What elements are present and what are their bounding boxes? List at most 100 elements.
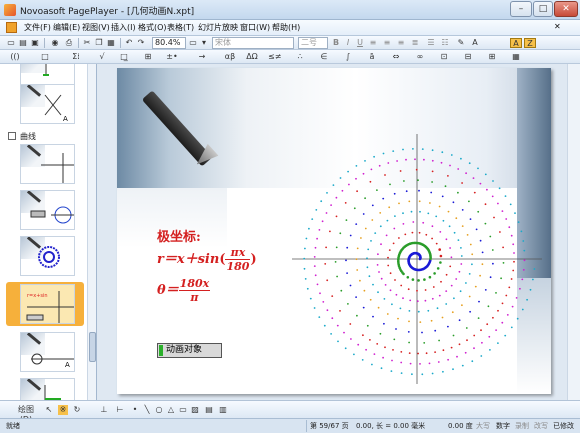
menu-format[interactable]: 格式(O)	[138, 22, 167, 33]
align-center-icon[interactable]: ≡	[382, 38, 392, 48]
chevron-down-icon[interactable]: ▾	[200, 38, 208, 48]
menu-window[interactable]: 窗口(W)	[240, 22, 270, 33]
spiral-point	[398, 237, 400, 239]
spiral-point	[468, 200, 470, 203]
menu-help[interactable]: 帮助(H)	[272, 22, 300, 33]
set-icon[interactable]: ∈	[318, 52, 330, 62]
spiral-point	[431, 149, 434, 152]
line-icon[interactable]: ╲	[142, 405, 152, 415]
slide-thumbnail-selected[interactable]: r=x+sin	[6, 282, 84, 326]
justify-icon[interactable]: ≣	[410, 38, 420, 48]
open-icon[interactable]: ▤	[18, 38, 28, 48]
textbox-icon[interactable]: ▤	[204, 405, 214, 415]
draw-menu[interactable]: 绘图(D)	[12, 405, 40, 424]
font-color-icon[interactable]: A	[470, 38, 480, 48]
font-size-field[interactable]: 二号	[298, 37, 328, 49]
bullets-icon[interactable]: ☰	[426, 38, 436, 48]
triangle-icon[interactable]: △	[166, 405, 176, 415]
operator-icon[interactable]: ±•	[166, 52, 178, 62]
box-icon[interactable]: ⊡	[438, 52, 450, 62]
zoom-field[interactable]: 80.4%	[152, 37, 186, 49]
save-icon[interactable]: ▣	[30, 38, 40, 48]
align-right-icon[interactable]: ≡	[396, 38, 406, 48]
align-left-icon[interactable]: ≡	[368, 38, 378, 48]
spiral-point	[382, 356, 384, 359]
connector-icon[interactable]: ⊢	[114, 405, 126, 415]
print-icon[interactable]: ⎙	[64, 38, 74, 48]
greek-lower-icon[interactable]: αβ	[222, 52, 238, 62]
new-icon[interactable]: ▭	[6, 38, 16, 48]
chart-icon[interactable]: ▥	[218, 405, 228, 415]
point-icon[interactable]: •	[130, 405, 140, 415]
slide-thumbnail[interactable]	[20, 378, 75, 400]
integral-icon[interactable]: ∫	[342, 52, 354, 62]
animate-object-button[interactable]: 动画对象	[157, 343, 222, 358]
edit-mode-icon[interactable]: Z	[524, 38, 536, 48]
brackets-icon[interactable]: (()	[8, 52, 22, 62]
scroll-thumb[interactable]	[89, 332, 96, 362]
slide-thumbnail[interactable]	[20, 190, 75, 230]
slide-thumbnail[interactable]: A	[20, 332, 75, 372]
font-name-field[interactable]: 宋体	[212, 37, 294, 49]
greek-upper-icon[interactable]: ΔΩ	[244, 52, 260, 62]
paste-icon[interactable]: ▦	[106, 38, 116, 48]
menu-view[interactable]: 视图(V)	[82, 22, 110, 33]
logic-icon[interactable]: ∴	[294, 52, 306, 62]
close-button[interactable]: ✕	[554, 1, 578, 17]
layout-icon[interactable]: ▭	[188, 38, 198, 48]
italic-icon[interactable]: I	[344, 38, 352, 48]
slide-thumbnail[interactable]: A	[20, 84, 75, 124]
menu-edit[interactable]: 编辑(E)	[53, 22, 80, 33]
redo-icon[interactable]: ↷	[136, 38, 146, 48]
stage-scrollbar[interactable]	[567, 64, 580, 400]
highlight-icon[interactable]: ✎	[456, 38, 466, 48]
menu-file[interactable]: 文件(F)	[24, 22, 51, 33]
picture-icon[interactable]: ▨	[190, 405, 200, 415]
menu-slideshow[interactable]: 幻灯片放映	[198, 22, 238, 33]
circle-icon[interactable]: ○	[154, 405, 164, 415]
collapse-icon[interactable]	[8, 132, 16, 140]
spacing-icon[interactable]: ⇔	[390, 52, 402, 62]
snap-icon[interactable]: ※	[58, 405, 68, 415]
table-icon[interactable]: ▦	[510, 52, 522, 62]
text-mode-icon[interactable]: A	[510, 38, 522, 48]
menu-table[interactable]: 表格(T)	[167, 22, 194, 33]
spiral-point	[373, 353, 376, 355]
grid-icon[interactable]: ⊞	[486, 52, 498, 62]
spiral-point	[522, 269, 525, 271]
arrow-icon[interactable]: →	[196, 52, 208, 62]
sidebar-scrollbar[interactable]	[87, 64, 96, 400]
undo-icon[interactable]: ↶	[124, 38, 134, 48]
accent-icon[interactable]: ā	[366, 52, 378, 62]
slide-thumbnail[interactable]: r=x+sin	[20, 284, 75, 324]
script-icon[interactable]: □̲	[118, 52, 130, 62]
select-icon[interactable]: ↖	[44, 405, 54, 415]
matrix-icon[interactable]: ⊞	[142, 52, 154, 62]
maximize-button[interactable]: □	[533, 1, 553, 17]
line-tool-icon[interactable]: ⊥	[98, 405, 110, 415]
fraction-icon[interactable]: □	[40, 52, 50, 62]
spiral-point	[331, 295, 334, 297]
relation-icon[interactable]: ≤≠	[268, 52, 281, 62]
radical-icon[interactable]: √	[96, 52, 108, 62]
slide-thumbnail[interactable]	[20, 236, 75, 276]
slide-canvas[interactable]: 极坐标: r＝x＋sin(πx 180) θ＝ 180x π 动画对象	[117, 68, 551, 394]
cut-icon[interactable]: ✂	[82, 38, 92, 48]
numbering-icon[interactable]: ☷	[440, 38, 450, 48]
copy-icon[interactable]: ❐	[94, 38, 104, 48]
mdi-close-icon[interactable]: ✕	[554, 22, 561, 31]
misc-icon[interactable]: ∞	[414, 52, 426, 62]
underline-icon[interactable]: U	[356, 38, 364, 48]
spiral-point	[383, 298, 386, 300]
play-icon[interactable]: ◉	[50, 38, 60, 48]
label-icon[interactable]: ⊟	[462, 52, 474, 62]
slide-thumbnail[interactable]	[20, 144, 75, 184]
spiral-point	[444, 185, 447, 188]
menu-insert[interactable]: 插入(I)	[111, 22, 136, 33]
spiral-point	[412, 221, 415, 223]
rotate-icon[interactable]: ↻	[72, 405, 82, 415]
sum-icon[interactable]: Σ⁞	[70, 52, 82, 62]
bold-icon[interactable]: B	[332, 38, 340, 48]
minimize-button[interactable]: –	[510, 1, 532, 17]
rectangle-icon[interactable]: ▭	[178, 405, 188, 415]
